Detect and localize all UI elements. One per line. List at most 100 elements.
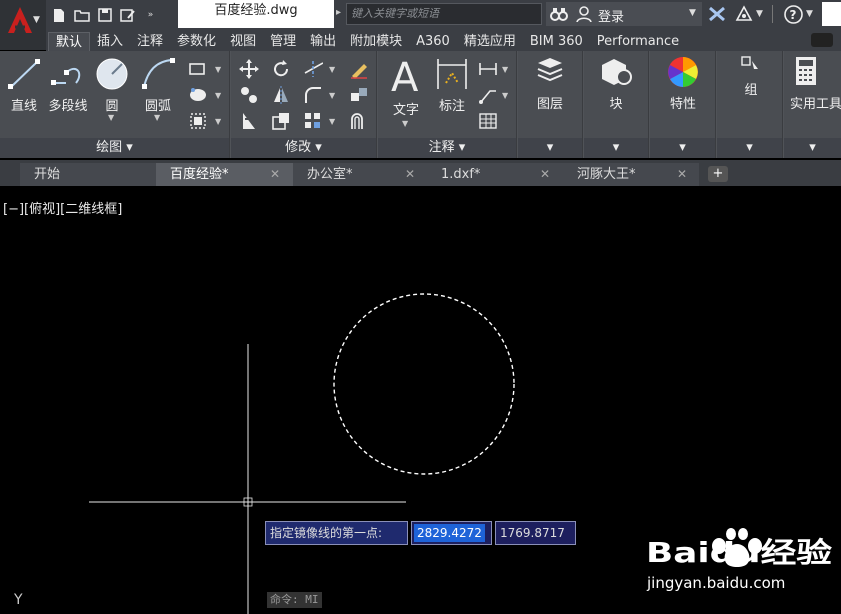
tab-annotate[interactable]: 注释 — [130, 32, 170, 51]
move-icon[interactable] — [239, 59, 259, 79]
chevron-down-icon[interactable]: ▼ — [402, 119, 408, 128]
binoculars-icon[interactable] — [550, 6, 568, 22]
copy-icon[interactable] — [239, 85, 259, 105]
search-input[interactable]: 键入关键字或短语 — [346, 3, 542, 25]
leader-icon[interactable] — [478, 85, 498, 105]
chevron-down-icon[interactable]: ▼ — [329, 117, 335, 126]
tab-view[interactable]: 视图 — [223, 32, 263, 51]
more-chevron-icon[interactable]: » — [142, 7, 159, 24]
array-icon[interactable] — [303, 111, 323, 131]
groups-panel-expand[interactable]: ▾ — [717, 138, 782, 158]
chevron-down-icon[interactable]: ▼ — [806, 9, 813, 19]
arc-tool[interactable]: 圆弧 ▼ — [138, 57, 178, 122]
login-link[interactable]: 登录 — [598, 6, 624, 25]
group-tool[interactable]: 组 — [731, 55, 771, 98]
tab-parametric[interactable]: 参数化 — [170, 32, 223, 51]
command-line[interactable]: 命令: MI — [267, 592, 322, 608]
user-icon[interactable] — [576, 6, 592, 22]
tab-home[interactable]: 默认 — [48, 32, 91, 51]
tab-bim360[interactable]: BIM 360 — [523, 32, 590, 51]
utilities-panel-expand[interactable]: ▾ — [784, 138, 841, 158]
tab-insert[interactable]: 插入 — [90, 32, 130, 51]
layers-panel[interactable]: 图层 ▾ — [518, 51, 583, 158]
utilities-tool[interactable]: 实用工具 — [790, 55, 841, 112]
block-panel-expand[interactable]: ▾ — [584, 138, 648, 158]
doc-tab-start[interactable]: 开始 — [20, 163, 156, 186]
trim-icon[interactable] — [303, 59, 323, 79]
polyline-tool[interactable]: 多段线 — [46, 57, 90, 114]
viewport-controls[interactable]: [−][俯视][二维线框] — [3, 198, 122, 217]
search-expand-icon[interactable]: ▸ — [336, 7, 341, 18]
fillet-icon[interactable] — [303, 85, 323, 105]
erase-icon[interactable] — [349, 59, 369, 79]
tab-performance[interactable]: Performance — [590, 32, 686, 51]
chevron-down-icon[interactable]: ▼ — [215, 117, 221, 126]
stretch-icon[interactable] — [239, 111, 259, 131]
close-icon[interactable]: ✕ — [270, 163, 280, 186]
properties-tool[interactable]: 特性 — [662, 55, 704, 112]
chevron-down-icon[interactable]: ▼ — [154, 113, 160, 122]
doc-tab[interactable]: 办公室* ✕ — [293, 163, 427, 186]
dimension-tool[interactable]: 标注 — [432, 57, 472, 114]
mirror-icon[interactable] — [271, 85, 291, 105]
scale-icon[interactable] — [271, 111, 291, 131]
layers-tool[interactable]: 图层 — [530, 55, 570, 112]
utilities-panel[interactable]: 实用工具 ▾ — [784, 51, 841, 158]
doc-tab[interactable]: 1.dxf* ✕ — [427, 163, 563, 186]
chevron-down-icon[interactable]: ▼ — [329, 65, 335, 74]
tab-manage[interactable]: 管理 — [263, 32, 303, 51]
chevron-down-icon[interactable]: ▼ — [329, 91, 335, 100]
chevron-down-icon[interactable]: ▼ — [108, 113, 114, 122]
application-menu-button[interactable]: ▼ — [0, 0, 46, 50]
save-icon[interactable] — [96, 7, 113, 24]
layers-panel-expand[interactable]: ▾ — [518, 138, 582, 158]
help-icon[interactable]: ? — [784, 5, 803, 24]
rectangle-icon[interactable] — [188, 59, 208, 79]
groups-panel[interactable]: 组 ▾ — [717, 51, 783, 158]
doc-tab[interactable]: 河豚大王* ✕ — [563, 163, 699, 186]
linear-dimension-icon[interactable] — [478, 59, 498, 79]
circle-tool[interactable]: 圆 ▼ — [92, 57, 132, 122]
chevron-down-icon[interactable]: ▼ — [215, 91, 221, 100]
hatch-icon[interactable] — [188, 85, 208, 105]
dashed-circle[interactable] — [333, 293, 515, 475]
new-file-icon[interactable] — [50, 7, 67, 24]
explode-icon[interactable] — [349, 85, 369, 105]
chevron-down-icon[interactable]: ▼ — [502, 65, 508, 74]
chevron-down-icon[interactable]: ▼ — [689, 8, 696, 18]
rotate-icon[interactable] — [271, 59, 291, 79]
close-icon[interactable]: ✕ — [540, 163, 550, 186]
draw-panel-title[interactable]: 绘图 ▾ — [0, 138, 229, 158]
window-controls[interactable] — [822, 2, 841, 26]
tab-a360[interactable]: A360 — [409, 32, 457, 51]
open-folder-icon[interactable] — [73, 7, 90, 24]
chevron-down-icon[interactable]: ▼ — [756, 9, 763, 19]
properties-panel-expand[interactable]: ▾ — [650, 138, 715, 158]
text-tool[interactable]: A 文字 ▼ — [386, 55, 426, 128]
autodesk-360-icon[interactable] — [735, 5, 753, 22]
y-coordinate-input[interactable]: 1769.8717 — [495, 521, 576, 545]
boundary-icon[interactable] — [188, 111, 208, 131]
doc-tab-active[interactable]: 百度经验* ✕ — [156, 163, 293, 186]
close-icon[interactable]: ✕ — [405, 163, 415, 186]
add-tab-button[interactable]: + — [708, 166, 728, 182]
modify-panel-title[interactable]: 修改 ▾ — [231, 138, 376, 158]
block-tool[interactable]: 块 — [596, 55, 636, 112]
chevron-down-icon[interactable]: ▼ — [502, 91, 508, 100]
annotation-panel-title[interactable]: 注释 ▾ — [378, 138, 516, 158]
arc-icon — [142, 58, 175, 89]
table-icon[interactable] — [478, 111, 498, 131]
tab-addins[interactable]: 附加模块 — [343, 32, 409, 51]
properties-panel[interactable]: 特性 ▾ — [650, 51, 716, 158]
ribbon-toggle-button[interactable] — [811, 33, 833, 47]
tab-output[interactable]: 输出 — [303, 32, 343, 51]
save-as-icon[interactable] — [119, 7, 136, 24]
chevron-down-icon[interactable]: ▼ — [215, 65, 221, 74]
close-icon[interactable]: ✕ — [677, 163, 687, 186]
line-tool[interactable]: 直线 — [4, 57, 44, 114]
tab-featured-apps[interactable]: 精选应用 — [457, 32, 523, 51]
x-coordinate-input[interactable]: 2829.4272 — [411, 521, 492, 545]
block-panel[interactable]: 块 ▾ — [584, 51, 649, 158]
exchange-apps-icon[interactable] — [708, 6, 726, 22]
offset-icon[interactable] — [349, 111, 369, 131]
